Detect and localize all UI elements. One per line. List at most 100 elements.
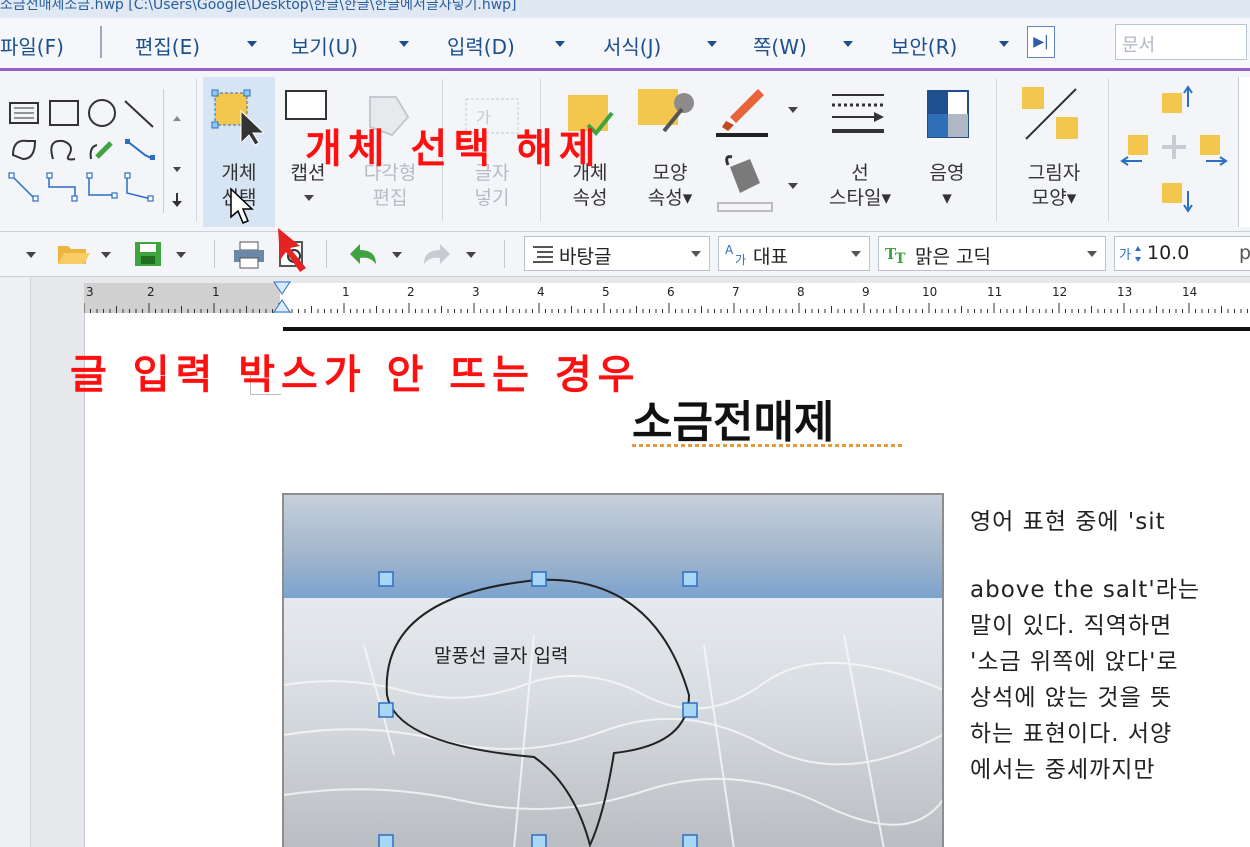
svg-text:A: A <box>725 243 734 257</box>
ruler-label: 14 <box>1182 285 1198 299</box>
ribbon-scrollbar[interactable] <box>1238 77 1250 227</box>
chevron-down-icon[interactable] <box>392 252 402 258</box>
menu-edit[interactable]: 편집(E) <box>135 31 257 60</box>
body-line: '소금 위쪽에 앉다'로 <box>970 649 1179 675</box>
menu-separator <box>100 26 102 58</box>
undo-icon[interactable] <box>346 240 380 268</box>
chevron-down-icon <box>304 195 314 201</box>
menu-page[interactable]: 쪽(W) <box>753 31 853 60</box>
chevron-down-icon[interactable] <box>101 252 111 258</box>
chevron-down-icon[interactable] <box>788 183 798 189</box>
object-position-icon[interactable] <box>1118 83 1230 219</box>
chevron-down-icon[interactable] <box>399 41 409 47</box>
font-icon: T T <box>885 245 906 265</box>
chevron-down-icon[interactable] <box>999 41 1009 47</box>
annotation-no-input-box: 글 입력 박스가 안 뜨는 경우 <box>70 352 641 398</box>
document-title[interactable]: 소금전매제 <box>632 386 834 450</box>
ribbon-separator <box>1108 79 1109 221</box>
body-line: 상석에 앉는 것을 뜻 <box>970 685 1173 711</box>
ruler-label: 13 <box>1117 285 1133 299</box>
chevron-down-icon[interactable] <box>707 41 717 47</box>
redo-icon[interactable] <box>420 240 454 268</box>
save-icon[interactable] <box>133 240 163 268</box>
window-title: 소금전매제소금.hwp [C:\Users\Google\Desktop\한글\… <box>0 0 517 13</box>
shape-properties-icon <box>638 89 694 133</box>
chevron-down-icon <box>691 251 701 257</box>
ruler-label: 5 <box>602 285 610 299</box>
paragraph-style-select[interactable]: 바탕글 <box>524 236 710 271</box>
toolbar-separator <box>504 240 505 268</box>
search-input[interactable]: 문서 <box>1115 24 1247 60</box>
ruler-label: 2 <box>407 285 415 299</box>
line-fill-color-group[interactable] <box>714 77 806 227</box>
shape-gallery[interactable] <box>5 89 165 213</box>
menu-file[interactable]: 파일(F) <box>0 31 64 60</box>
ruler-label: 8 <box>797 285 805 299</box>
chevron-down-icon[interactable] <box>555 41 565 47</box>
font-size-icon: 가 <box>1119 246 1141 263</box>
shadow-shape-button[interactable]: 그림자 모양▾ <box>1006 77 1102 227</box>
font-name-select[interactable]: T T 맑은 고딕 <box>878 236 1106 271</box>
shading-icon <box>927 90 969 138</box>
mouse-cursor-icon <box>230 187 254 224</box>
ruler-label: 3 <box>472 285 480 299</box>
font-size-input[interactable]: 가 10.0 p <box>1114 236 1250 271</box>
header-rule <box>283 327 1250 331</box>
object-select-icon <box>211 89 266 146</box>
salt-flat-image[interactable]: 말풍선 글자 입력 <box>282 493 944 847</box>
paragraph-style-icon <box>533 246 553 263</box>
body-line: 하는 표현이다. 서양 <box>970 721 1173 747</box>
menu-view[interactable]: 보기(U) <box>291 31 409 60</box>
chevron-down-icon[interactable] <box>788 107 798 113</box>
annotation-arrow-icon <box>278 228 306 272</box>
object-select-button[interactable]: 개체 선택 <box>203 77 275 227</box>
ribbon: 개체 선택 캡션 다각형 편집 가 글자 넣기 개체 속성 <box>0 71 1250 232</box>
ruler-label: 3 <box>86 285 94 299</box>
svg-text:T: T <box>895 251 906 265</box>
menu-insert[interactable]: 입력(D) <box>447 31 565 60</box>
ribbon-separator <box>196 79 197 221</box>
chevron-down-icon[interactable] <box>843 41 853 47</box>
body-line: 에서는 중세까지만 <box>970 757 1156 783</box>
line-style-button[interactable]: 선 스타일▾ <box>818 77 902 227</box>
annotation-object-deselect: 개체 선택 해제 <box>305 126 602 172</box>
body-line: 말이 있다. 직역하면 <box>970 613 1173 639</box>
balloon-text[interactable]: 말풍선 글자 입력 <box>434 641 568 668</box>
double-chevron-right-icon[interactable]: ▶| <box>1027 26 1055 58</box>
line-style-icon <box>832 94 884 133</box>
shape-properties-button[interactable]: 모양 속성▾ <box>632 77 708 227</box>
toolbar-separator <box>214 240 215 268</box>
ruler-label: 7 <box>732 285 740 299</box>
salt-flat-photo <box>284 495 942 847</box>
shadow-shape-icon <box>1022 87 1078 140</box>
shading-button[interactable]: 음영 ▾ <box>912 77 982 227</box>
font-language-select[interactable]: A 가 대표 <box>718 236 870 271</box>
spellcheck-underline <box>632 444 904 447</box>
window-title-bar: 소금전매제소금.hwp [C:\Users\Google\Desktop\한글\… <box>0 0 1250 18</box>
menu-format[interactable]: 서식(J) <box>603 31 717 60</box>
chevron-down-icon[interactable] <box>26 252 36 258</box>
ruler-labels: 3 2 1 1 2 3 4 5 6 7 8 9 10 11 12 13 14 <box>84 283 1250 303</box>
body-line: 영어 표현 중에 'sit <box>970 509 1166 535</box>
ribbon-separator <box>996 79 997 221</box>
menu-security[interactable]: 보안(R) <box>891 31 1009 60</box>
open-folder-icon[interactable] <box>56 240 90 268</box>
ruler-label: 12 <box>1052 285 1068 299</box>
gallery-scrollbar[interactable] <box>163 89 190 213</box>
chevron-down-icon[interactable] <box>247 41 257 47</box>
chevron-down-icon <box>851 251 861 257</box>
formatting-toolbar: 바탕글 A 가 대표 T T 맑은 고딕 가 10.0 p <box>0 232 1250 277</box>
ruler-label: 4 <box>537 285 545 299</box>
paintbrush-icon <box>716 89 768 137</box>
menu-bar: 파일(F) 편집(E) 보기(U) 입력(D) 서식(J) 쪽(W) 보안(R)… <box>0 18 1250 71</box>
print-icon[interactable] <box>232 240 266 270</box>
chevron-down-icon[interactable] <box>176 252 186 258</box>
svg-text:가: 가 <box>735 253 746 266</box>
chevron-down-icon <box>466 252 476 258</box>
ruler-label: 9 <box>862 285 870 299</box>
font-language-icon: A 가 <box>725 243 746 266</box>
toolbar-separator <box>326 240 327 268</box>
search-placeholder: 문서 <box>1122 35 1156 56</box>
fill-bucket-icon <box>717 155 773 212</box>
ruler-label: 11 <box>987 285 1003 299</box>
